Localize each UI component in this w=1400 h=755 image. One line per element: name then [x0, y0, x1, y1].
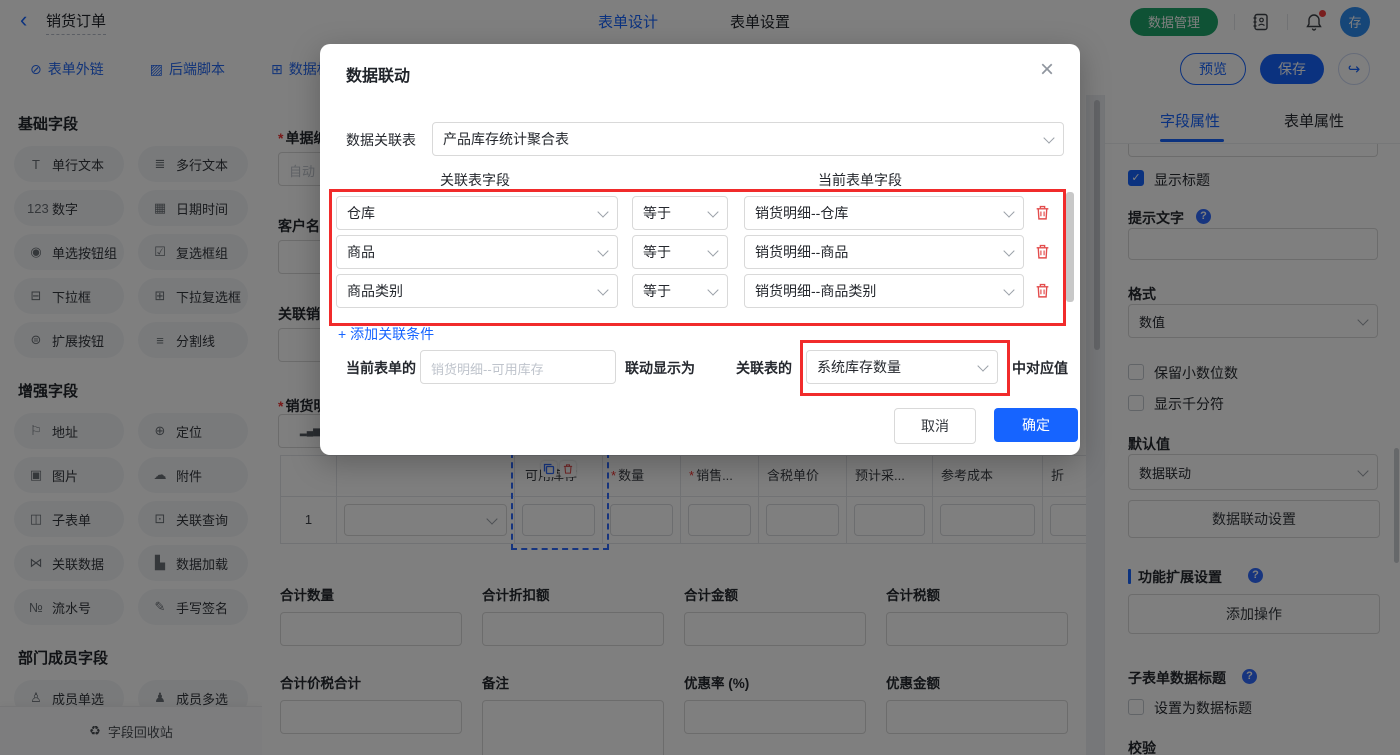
display-as-label: 联动显示为	[625, 360, 695, 376]
chevron-down-icon	[1043, 131, 1055, 144]
modal-scrollbar-thumb[interactable]	[1066, 192, 1074, 302]
confirm-button[interactable]: 确定	[994, 408, 1078, 442]
current-field-input[interactable]: 销货明细--可用库存	[420, 350, 616, 384]
add-condition-link[interactable]: + 添加关联条件	[338, 324, 434, 344]
form-designer-app: ‹ 销货订单 表单设计 表单设置 数据管理 存 ⊘ 表	[0, 0, 1400, 755]
current-form-label: 当前表单的	[346, 360, 416, 376]
close-icon[interactable]: ×	[1040, 58, 1054, 82]
cancel-button[interactable]: 取消	[894, 408, 976, 444]
linked-table-label: 关联表的	[736, 360, 792, 376]
modal-title: 数据联动	[346, 68, 411, 85]
corresponding-label: 中对应值	[1012, 360, 1068, 376]
annotation-box-linked-field	[800, 340, 1010, 396]
column-header-left: 关联表字段	[440, 172, 510, 188]
link-table-select[interactable]: 产品库存统计聚合表	[432, 122, 1064, 156]
annotation-box-conditions	[329, 189, 1066, 326]
link-table-label: 数据关联表	[346, 132, 416, 148]
column-header-right: 当前表单字段	[818, 172, 902, 188]
